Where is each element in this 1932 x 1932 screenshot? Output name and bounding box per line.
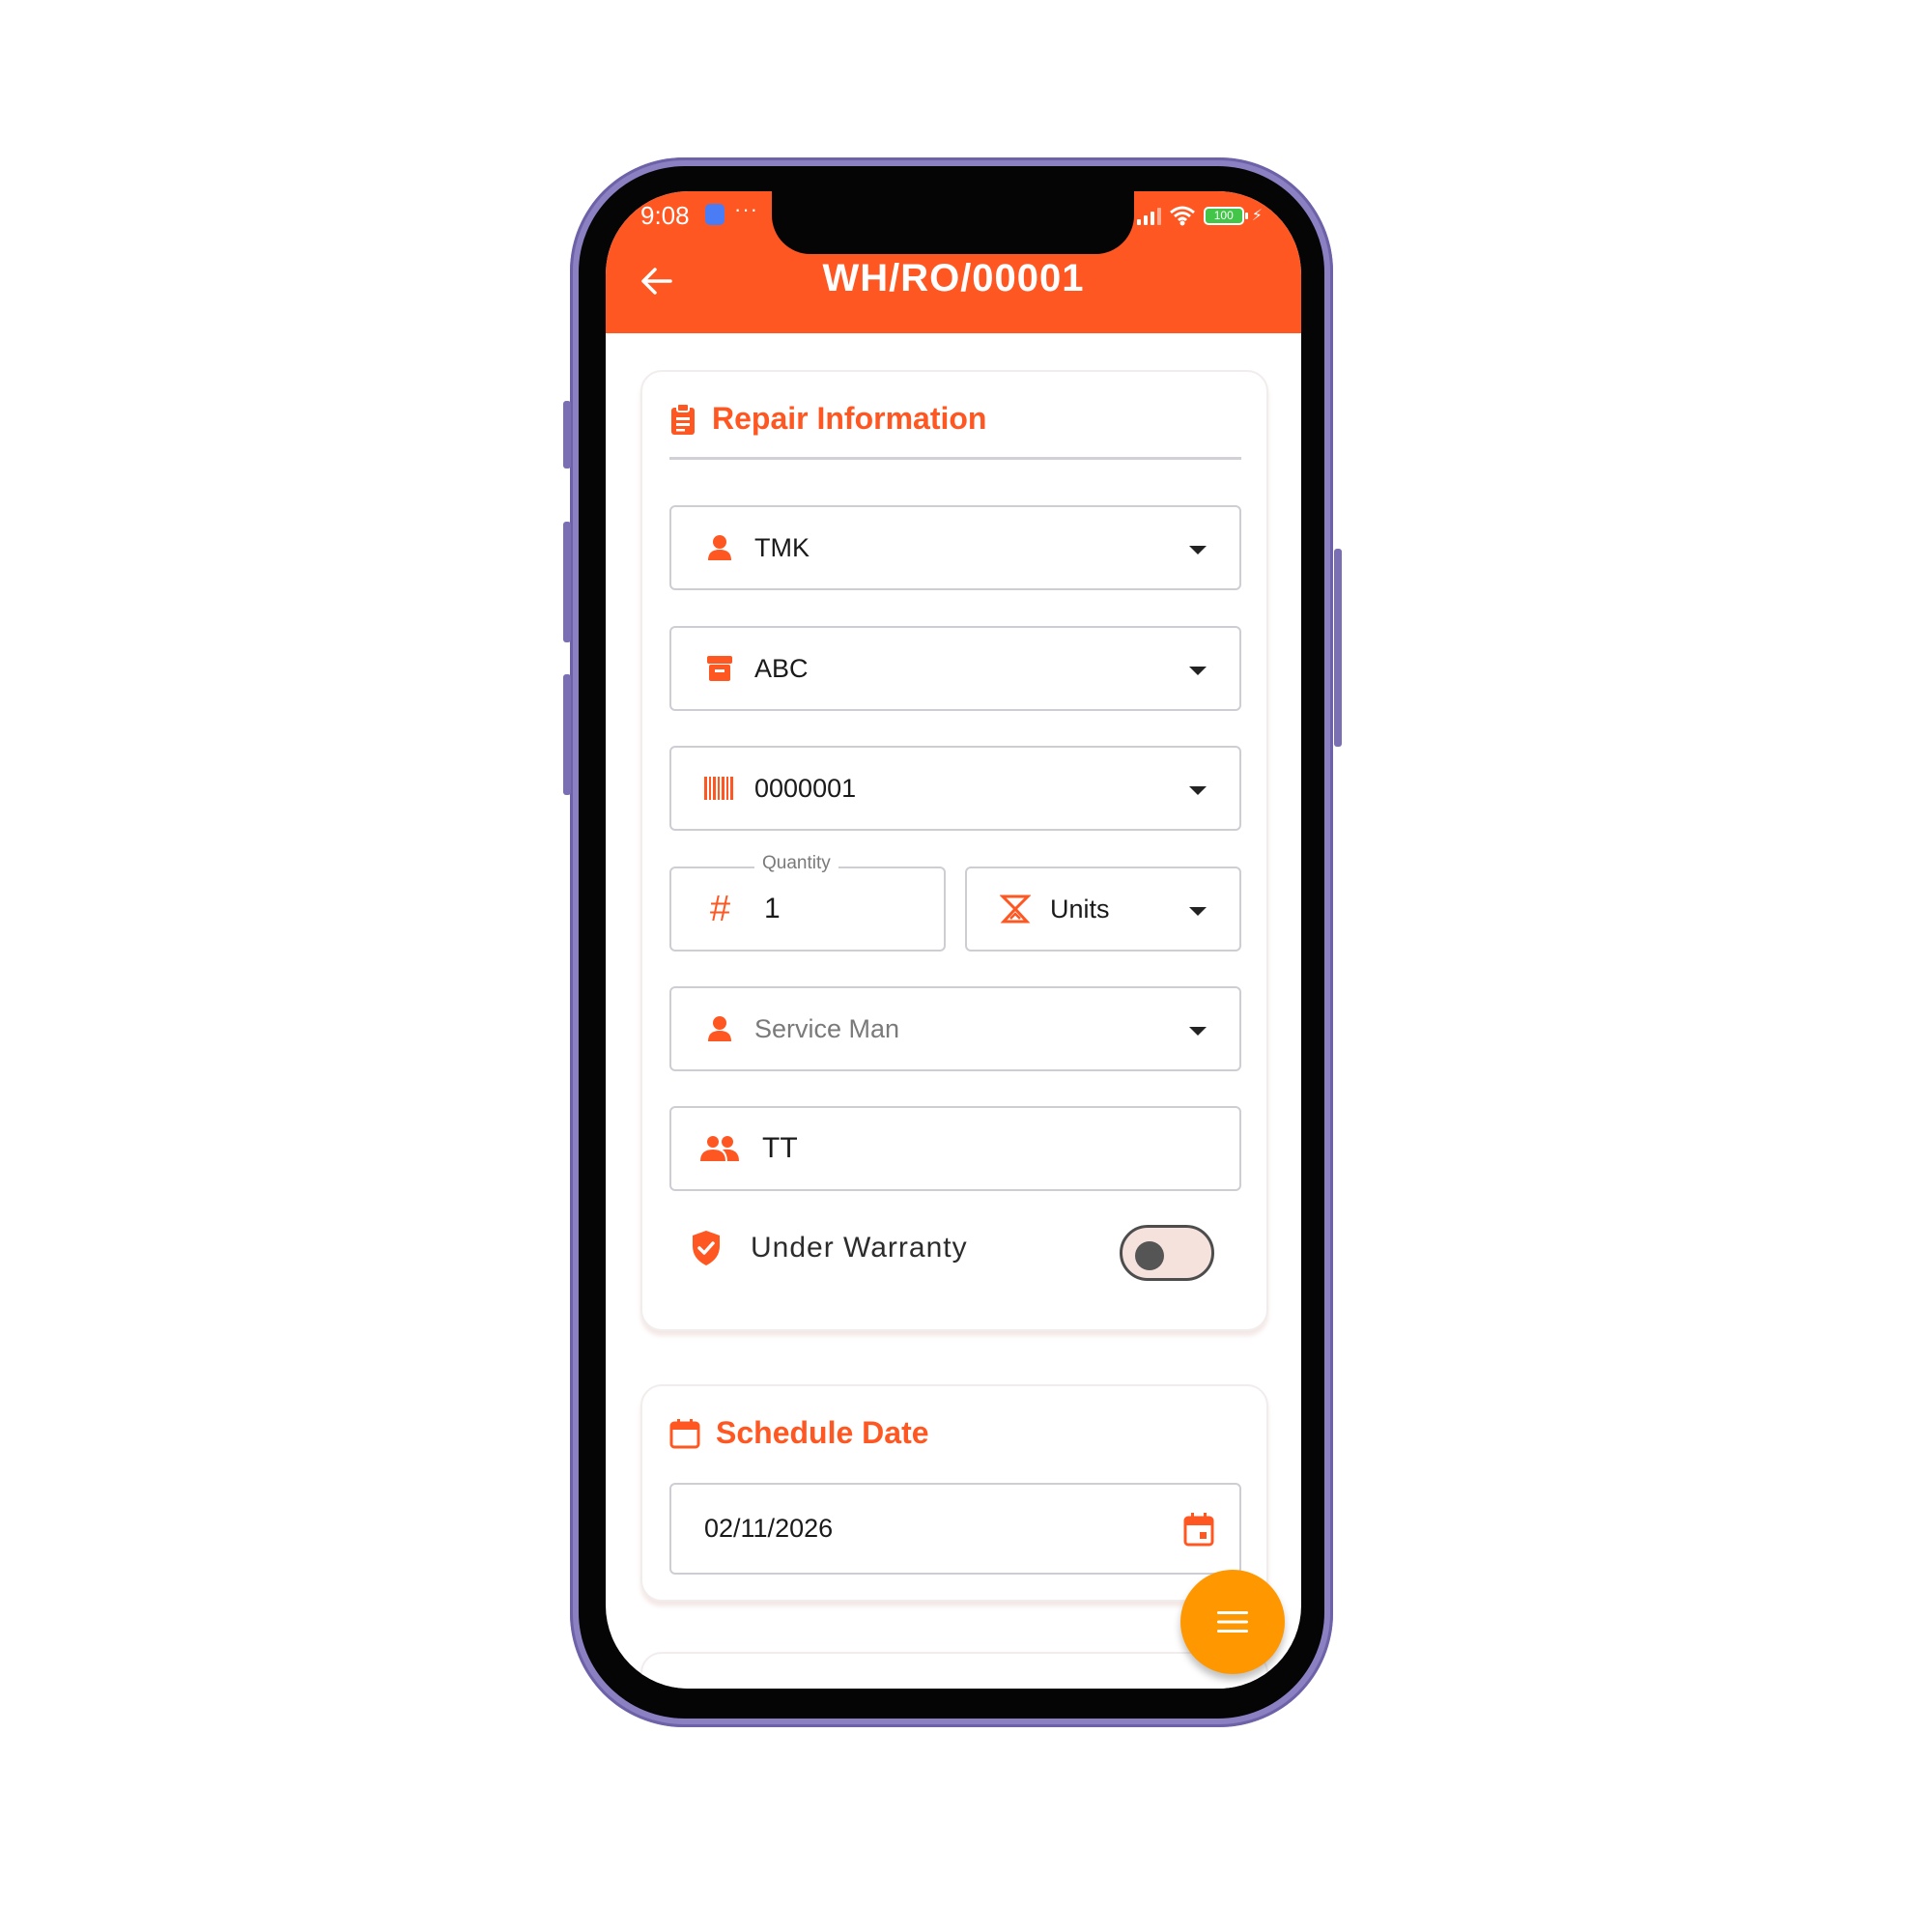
signal-icon <box>1136 206 1161 225</box>
warranty-row: Under Warranty <box>691 1230 968 1266</box>
barcode-icon <box>696 777 743 800</box>
page-title: WH/RO/00001 <box>822 257 1085 299</box>
customer-select[interactable]: TMK <box>669 505 1241 590</box>
archive-box-icon <box>696 655 743 682</box>
menu-fab-button[interactable] <box>1180 1570 1285 1674</box>
shield-check-icon <box>693 1231 720 1265</box>
calendar-picker-icon[interactable] <box>1183 1512 1214 1551</box>
app-screen: 9:08 ··· 100 ⚡ WH/RO/00001 Repair Inform… <box>606 191 1301 1689</box>
battery-icon: 100 <box>1203 206 1248 225</box>
camera-notch <box>772 191 1134 254</box>
vendor-value: ABC <box>754 653 809 683</box>
unit-select[interactable]: Units <box>965 867 1241 952</box>
charging-icon: ⚡ <box>1251 208 1263 224</box>
schedule-date-card: Schedule Date 02/11/2026 <box>640 1384 1268 1602</box>
person-icon <box>696 1015 743 1042</box>
section-title: Schedule Date <box>716 1415 929 1450</box>
team-input[interactable]: TT <box>669 1106 1241 1191</box>
group-icon <box>696 1135 743 1162</box>
quantity-value: 1 <box>764 893 781 924</box>
team-value: TT <box>762 1132 798 1164</box>
service-man-select[interactable]: Service Man <box>669 986 1241 1071</box>
status-time: 9:08 <box>640 201 690 230</box>
chevron-down-icon <box>1189 546 1207 554</box>
menu-icon <box>1217 1611 1248 1633</box>
repair-information-header: Repair Information <box>669 401 986 437</box>
customer-value: TMK <box>754 532 810 562</box>
chevron-down-icon <box>1189 907 1207 916</box>
quantity-label: Quantity <box>754 853 838 874</box>
warranty-toggle[interactable] <box>1120 1225 1214 1281</box>
status-icons: 100 ⚡ <box>1136 205 1263 226</box>
repair-information-card: Repair Information TMK ABC 0000001 Quant… <box>640 370 1268 1331</box>
service-man-placeholder: Service Man <box>754 1013 900 1043</box>
chevron-down-icon <box>1189 667 1207 675</box>
calendar-icon <box>669 1418 700 1448</box>
more-notifications-indicator: ··· <box>734 197 758 221</box>
chevron-down-icon <box>1189 786 1207 795</box>
product-value: 0000001 <box>754 773 857 803</box>
warranty-label: Under Warranty <box>751 1232 968 1264</box>
unit-value: Units <box>1050 894 1110 923</box>
wifi-icon <box>1169 206 1195 226</box>
volume-up-button <box>563 522 571 642</box>
vendor-select[interactable]: ABC <box>669 626 1241 711</box>
schedule-date-input[interactable]: 02/11/2026 <box>669 1483 1241 1575</box>
power-button <box>1334 549 1342 747</box>
quantity-input[interactable]: Quantity # 1 <box>669 853 946 952</box>
product-select[interactable]: 0000001 <box>669 746 1241 831</box>
next-section-card <box>640 1652 1268 1689</box>
person-icon <box>696 534 743 561</box>
app-notification-icon <box>705 204 724 225</box>
schedule-date-value: 02/11/2026 <box>704 1514 834 1543</box>
chevron-down-icon <box>1189 1027 1207 1036</box>
scale-icon <box>992 895 1038 923</box>
section-divider <box>669 457 1241 460</box>
hash-icon: # <box>709 888 730 929</box>
clipboard-icon <box>671 402 695 435</box>
volume-down-button <box>563 674 571 795</box>
mute-switch <box>563 401 571 469</box>
section-title: Repair Information <box>712 401 987 436</box>
toggle-knob <box>1135 1241 1164 1270</box>
schedule-date-header: Schedule Date <box>669 1415 929 1451</box>
app-bar: 9:08 ··· 100 ⚡ WH/RO/00001 <box>606 191 1301 333</box>
